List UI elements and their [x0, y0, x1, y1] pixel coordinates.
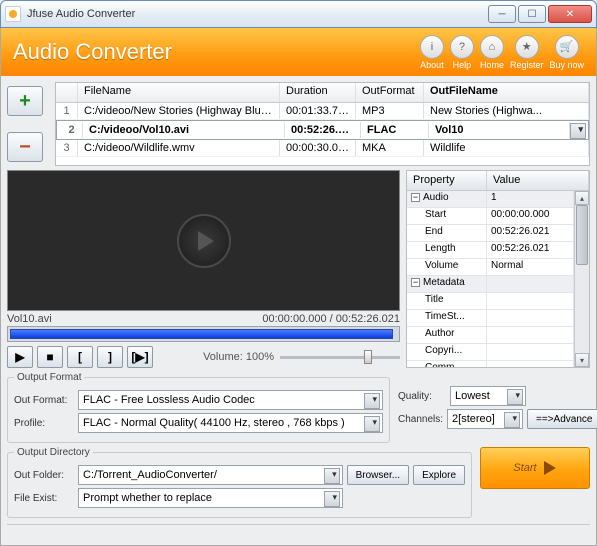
col-outformat[interactable]: OutFormat [356, 83, 424, 102]
preview-filename: Vol10.avi [7, 313, 52, 325]
channels-select[interactable]: 2[stereo] [447, 409, 523, 429]
titlebar: Jfuse Audio Converter ─ ☐ ✕ [0, 0, 597, 28]
property-row[interactable]: End00:52:26.021 [407, 225, 574, 242]
col-value[interactable]: Value [487, 171, 589, 190]
mark-in-button[interactable]: [ [67, 346, 93, 368]
outfolder-label: Out Folder: [14, 470, 74, 481]
buy now-icon: 🛒 [555, 35, 579, 59]
table-row[interactable]: 2C:/videoo/Vol10.avi00:52:26.021FLACVol1… [56, 120, 589, 140]
output-directory-group: Output Directory Out Folder: C:/Torrent_… [7, 447, 472, 518]
quality-label: Quality: [398, 391, 446, 402]
property-row[interactable]: VolumeNormal [407, 259, 574, 276]
property-row[interactable]: TimeSt... [407, 310, 574, 327]
status-bar [7, 524, 590, 538]
quality-select[interactable]: Lowest [450, 386, 526, 406]
property-grid: Property Value −Audio1Start00:00:00.000E… [406, 170, 590, 368]
scrollbar[interactable]: ▴ ▾ [574, 191, 589, 367]
register-icon: ★ [515, 35, 539, 59]
table-row[interactable]: 1C:/videoo/New Stories (Highway Blues).w… [56, 103, 589, 120]
file-table: FileName Duration OutFormat OutFileName … [55, 82, 590, 166]
add-file-button[interactable]: + [7, 86, 43, 116]
header-about-button[interactable]: iAbout [420, 35, 444, 70]
help-icon: ? [450, 35, 474, 59]
collapse-icon[interactable]: − [411, 193, 420, 202]
property-row[interactable]: Copyri... [407, 344, 574, 361]
remove-file-button[interactable]: − [7, 132, 43, 162]
scroll-down-icon[interactable]: ▾ [575, 353, 589, 367]
collapse-icon[interactable]: − [411, 278, 420, 287]
app-icon [5, 6, 21, 22]
header-home-button[interactable]: ⌂Home [480, 35, 504, 70]
outformat-label: Out Format: [14, 395, 74, 406]
seek-slider[interactable] [7, 326, 400, 342]
outfolder-select[interactable]: C:/Torrent_AudioConverter/ [78, 465, 343, 485]
outformat-select[interactable]: FLAC - Free Lossless Audio Codec [78, 390, 383, 410]
close-button[interactable]: ✕ [548, 5, 592, 23]
col-outfilename[interactable]: OutFileName [424, 83, 589, 102]
channels-label: Channels: [398, 414, 443, 425]
property-row[interactable]: Comm... [407, 361, 574, 367]
fileexist-select[interactable]: Prompt whether to replace [78, 488, 343, 508]
header-buy-now-button[interactable]: 🛒Buy now [549, 35, 584, 70]
volume-label: Volume: 100% [203, 351, 274, 363]
browse-button[interactable]: Browser... [347, 465, 409, 485]
about-icon: i [420, 35, 444, 59]
col-duration[interactable]: Duration [280, 83, 356, 102]
header-help-button[interactable]: ?Help [450, 35, 474, 70]
col-property[interactable]: Property [407, 171, 487, 190]
property-row[interactable]: Start00:00:00.000 [407, 208, 574, 225]
range-button[interactable]: [▶] [127, 346, 153, 368]
preview-panel: Vol10.avi 00:00:00.000 / 00:52:26.021 ▶ … [7, 170, 400, 368]
explore-button[interactable]: Explore [413, 465, 465, 485]
play-icon [543, 460, 557, 476]
app-header: Audio Converter iAbout?Help⌂Home★Registe… [0, 28, 597, 76]
property-row[interactable]: −Metadata [407, 276, 574, 293]
maximize-button[interactable]: ☐ [518, 5, 546, 23]
start-button[interactable]: Start [480, 447, 590, 489]
advance-button[interactable]: ==>Advance [527, 409, 597, 429]
scroll-up-icon[interactable]: ▴ [575, 191, 589, 205]
play-button[interactable]: ▶ [7, 346, 33, 368]
home-icon: ⌂ [480, 35, 504, 59]
output-format-group: Output Format Out Format: FLAC - Free Lo… [7, 372, 390, 443]
scroll-thumb[interactable] [576, 205, 588, 265]
property-row[interactable]: Author [407, 327, 574, 344]
fileexist-label: File Exist: [14, 493, 74, 504]
volume-slider[interactable] [280, 356, 400, 359]
property-row[interactable]: −Audio1 [407, 191, 574, 208]
preview-time: 00:00:00.000 / 00:52:26.021 [262, 313, 400, 325]
header-register-button[interactable]: ★Register [510, 35, 544, 70]
table-row[interactable]: 3C:/videoo/Wildlife.wmv00:00:30.093MKAWi… [56, 140, 589, 157]
stop-button[interactable]: ■ [37, 346, 63, 368]
profile-label: Profile: [14, 418, 74, 429]
window-title: Jfuse Audio Converter [27, 8, 488, 20]
property-row[interactable]: Length00:52:26.021 [407, 242, 574, 259]
col-filename[interactable]: FileName [78, 83, 280, 102]
play-icon[interactable] [177, 214, 231, 268]
mark-out-button[interactable]: ] [97, 346, 123, 368]
property-row[interactable]: Title [407, 293, 574, 310]
app-title: Audio Converter [13, 39, 420, 65]
profile-select[interactable]: FLAC - Normal Quality( 44100 Hz, stereo … [78, 413, 383, 433]
video-area[interactable] [7, 170, 400, 311]
minimize-button[interactable]: ─ [488, 5, 516, 23]
table-header[interactable]: FileName Duration OutFormat OutFileName [56, 83, 589, 103]
